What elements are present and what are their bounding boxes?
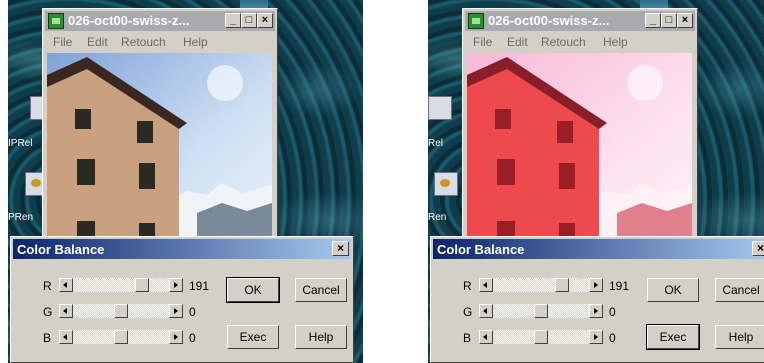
window-title: 026-oct00-swiss-z... [68, 13, 190, 28]
menu-file[interactable]: File [53, 35, 72, 49]
arrow-right-icon[interactable] [589, 278, 603, 292]
help-button[interactable]: Help [295, 325, 347, 349]
minimize-icon[interactable]: _ [225, 13, 241, 28]
channel-label: R [43, 279, 52, 293]
window-title: 026-oct00-swiss-z... [488, 13, 610, 28]
cancel-button[interactable]: Cancel [295, 278, 347, 302]
minimize-icon[interactable]: _ [645, 13, 661, 28]
arrow-right-icon[interactable] [589, 304, 603, 318]
desktop-icon-label: Ren [428, 212, 447, 223]
arrow-right-icon[interactable] [169, 278, 183, 292]
close-icon[interactable]: × [332, 241, 349, 256]
help-button[interactable]: Help [715, 325, 764, 349]
menu-bar: File Edit Retouch Help [45, 33, 275, 51]
close-icon[interactable]: × [677, 13, 693, 28]
arrow-left-icon[interactable] [59, 278, 73, 292]
arrow-left-icon[interactable] [59, 304, 73, 318]
window-titlebar[interactable]: 026-oct00-swiss-z... _ □ × [45, 11, 275, 31]
image-app-icon[interactable] [48, 13, 64, 29]
channel-label: G [463, 305, 473, 319]
desktop-icon-label: IPRel [8, 138, 33, 149]
desktop-icon-label: PRen [8, 212, 34, 223]
window-titlebar[interactable]: 026-oct00-swiss-z... _ □ × [465, 11, 695, 31]
b-slider[interactable] [59, 330, 183, 344]
channel-value: 0 [609, 331, 616, 345]
channel-label: B [463, 331, 472, 345]
arrow-right-icon[interactable] [589, 330, 603, 344]
r-slider[interactable] [479, 278, 603, 292]
desktop-shortcut-icon[interactable] [428, 96, 452, 120]
menu-bar: File Edit Retouch Help [465, 33, 695, 51]
arrow-right-icon[interactable] [169, 304, 183, 318]
channel-row-r: R 191 [431, 277, 631, 295]
screenshot-panel-left: IPRel PRen 026-oct00-swiss-z... _ □ × Fi… [8, 0, 363, 363]
channel-label: B [43, 331, 52, 345]
image-app-icon[interactable] [468, 13, 484, 29]
slider-thumb[interactable] [555, 278, 569, 292]
g-slider[interactable] [59, 304, 183, 318]
photo-canvas[interactable] [467, 53, 692, 241]
dialog-titlebar[interactable]: Color Balance × [13, 239, 351, 259]
b-slider[interactable] [479, 330, 603, 344]
close-icon[interactable]: × [257, 13, 273, 28]
channel-row-b: B 0 [11, 329, 211, 347]
desktop-shortcut-icon[interactable] [434, 172, 458, 196]
arrow-left-icon[interactable] [479, 330, 493, 344]
cancel-button[interactable]: Cancel [715, 278, 764, 302]
channel-row-r: R 191 [11, 277, 211, 295]
channel-value: 0 [189, 305, 196, 319]
slider-thumb[interactable] [135, 278, 149, 292]
g-slider[interactable] [479, 304, 603, 318]
arrow-left-icon[interactable] [479, 304, 493, 318]
channel-value: 191 [609, 279, 630, 293]
maximize-icon[interactable]: □ [661, 13, 677, 28]
menu-edit[interactable]: Edit [507, 35, 528, 49]
menu-help[interactable]: Help [183, 35, 208, 49]
image-window: 026-oct00-swiss-z... _ □ × File Edit Ret… [462, 8, 698, 244]
maximize-icon[interactable]: □ [241, 13, 257, 28]
color-balance-dialog: Color Balance × R 191 G 0 B 0 OK Cancel … [430, 236, 764, 363]
arrow-left-icon[interactable] [59, 330, 73, 344]
channel-row-g: G 0 [431, 303, 631, 321]
channel-value: 191 [189, 279, 210, 293]
channel-row-g: G 0 [11, 303, 211, 321]
close-icon[interactable]: × [752, 241, 764, 256]
slider-thumb[interactable] [534, 330, 548, 344]
menu-retouch[interactable]: Retouch [121, 35, 166, 49]
slider-thumb[interactable] [534, 304, 548, 318]
channel-value: 0 [189, 331, 196, 345]
color-balance-dialog: Color Balance × R 191 G 0 B 0 OK Cancel … [10, 236, 354, 363]
channel-label: G [43, 305, 53, 319]
dialog-title: Color Balance [17, 242, 105, 257]
desktop-icon-label: Rel [428, 138, 444, 149]
exec-button[interactable]: Exec [227, 325, 279, 349]
slider-thumb[interactable] [114, 330, 128, 344]
screenshot-panel-right: Rel Ren 026-oct00-swiss-z... _ □ × File … [428, 0, 764, 363]
exec-button[interactable]: Exec [646, 324, 700, 350]
house-photo [467, 53, 692, 241]
menu-retouch[interactable]: Retouch [541, 35, 586, 49]
slider-thumb[interactable] [114, 304, 128, 318]
channel-label: R [463, 279, 472, 293]
menu-file[interactable]: File [473, 35, 492, 49]
dialog-title: Color Balance [437, 242, 525, 257]
r-slider[interactable] [59, 278, 183, 292]
channel-value: 0 [609, 305, 616, 319]
photo-canvas[interactable] [47, 53, 272, 241]
menu-edit[interactable]: Edit [87, 35, 108, 49]
house-photo [47, 53, 272, 241]
arrow-right-icon[interactable] [169, 330, 183, 344]
image-window: 026-oct00-swiss-z... _ □ × File Edit Ret… [42, 8, 278, 244]
arrow-left-icon[interactable] [479, 278, 493, 292]
dialog-titlebar[interactable]: Color Balance × [433, 239, 764, 259]
channel-row-b: B 0 [431, 329, 631, 347]
ok-button[interactable]: OK [226, 277, 280, 303]
menu-help[interactable]: Help [603, 35, 628, 49]
ok-button[interactable]: OK [647, 278, 699, 302]
